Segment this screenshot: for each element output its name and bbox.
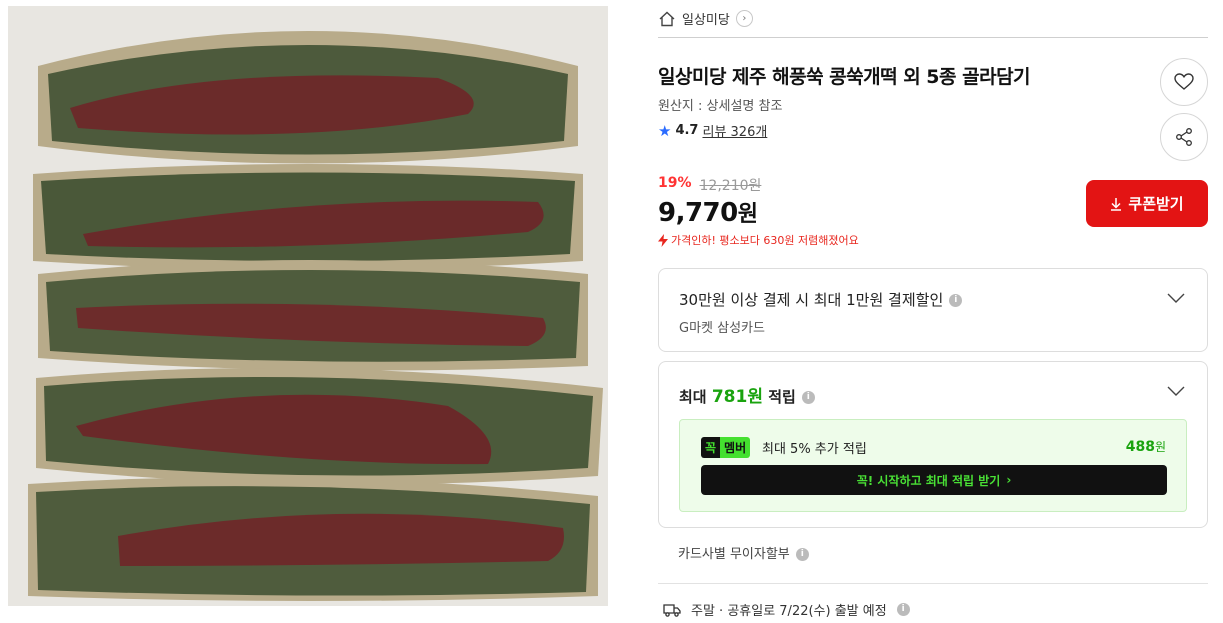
chevron-right-icon[interactable]: › bbox=[735, 10, 753, 27]
rating-score: 4.7 bbox=[675, 123, 699, 138]
sale-price-value: 9,770 bbox=[658, 198, 738, 228]
chevron-down-icon[interactable] bbox=[1167, 293, 1185, 303]
member-points-unit: 원 bbox=[1154, 440, 1166, 454]
info-icon[interactable]: i bbox=[801, 391, 815, 404]
member-badge-k: 꼭 bbox=[701, 437, 721, 458]
member-signup-button[interactable]: 꼭! 시작하고 최대 적립 받기 › bbox=[701, 465, 1167, 495]
divider bbox=[658, 583, 1208, 584]
points-panel: 최대 781원 적립 i 꼭 멤버 최대 5% 추가 적립 488원 꼭! 시작하고… bbox=[658, 361, 1208, 528]
info-icon[interactable]: i bbox=[949, 294, 963, 307]
card-discount-title: 30만원 이상 결제 시 최대 1만원 결제할인 i bbox=[679, 289, 963, 310]
download-icon bbox=[1111, 197, 1122, 211]
coupon-button-label: 쿠폰받기 bbox=[1128, 195, 1184, 213]
star-icon: ★ bbox=[658, 121, 672, 140]
card-discount-subtitle: G마켓 삼성카드 bbox=[679, 321, 765, 336]
card-discount-title-text: 30만원 이상 결제 시 최대 1만원 결제할인 bbox=[679, 291, 944, 309]
sale-price-unit: 원 bbox=[737, 202, 758, 227]
share-button[interactable] bbox=[1160, 113, 1208, 161]
info-icon[interactable]: i bbox=[795, 548, 809, 561]
discount-rate: 19% bbox=[658, 175, 692, 191]
lightning-icon bbox=[658, 233, 668, 247]
chevron-down-icon[interactable] bbox=[1167, 386, 1185, 396]
review-count-link[interactable]: 리뷰 326개 bbox=[702, 121, 767, 140]
share-icon bbox=[1176, 128, 1192, 146]
discount-row: 19% 12,210원 bbox=[658, 175, 761, 195]
installment-info: 카드사별 무이자할부 i bbox=[678, 543, 809, 562]
chevron-right-icon: › bbox=[1006, 473, 1012, 487]
coupon-button[interactable]: 쿠폰받기 bbox=[1086, 180, 1208, 227]
rice-cake-layer-1 bbox=[38, 31, 578, 164]
points-title: 최대 781원 적립 i bbox=[679, 382, 815, 407]
info-icon[interactable]: i bbox=[896, 603, 910, 616]
points-prefix: 최대 bbox=[679, 388, 712, 406]
truck-icon bbox=[663, 603, 681, 617]
points-suffix: 적립 bbox=[762, 388, 796, 406]
product-info-panel: 일상미당 › 일상미당 제주 해풍쑥 콩쑥개떡 외 5종 골라담기 원산지 : … bbox=[658, 0, 1208, 619]
rice-cake-layer-3 bbox=[38, 260, 588, 371]
product-image[interactable] bbox=[8, 6, 608, 606]
member-signup-label: 꼭! 시작하고 최대 적립 받기 bbox=[856, 473, 1001, 488]
rice-cake-layer-5 bbox=[28, 477, 598, 601]
card-discount-panel[interactable]: 30만원 이상 결제 시 최대 1만원 결제할인 i G마켓 삼성카드 bbox=[658, 268, 1208, 352]
member-benefit-text: 최대 5% 추가 적립 bbox=[762, 442, 867, 457]
home-icon[interactable] bbox=[658, 10, 676, 28]
points-amount: 781원 bbox=[711, 387, 763, 407]
sale-price: 9,770원 bbox=[658, 196, 758, 228]
original-price: 12,210원 bbox=[699, 178, 762, 194]
product-origin: 원산지 : 상세설명 참조 bbox=[658, 99, 783, 114]
member-points-value: 488 bbox=[1125, 439, 1155, 455]
wishlist-button[interactable] bbox=[1160, 58, 1208, 106]
heart-icon bbox=[1174, 73, 1194, 90]
breadcrumb: 일상미당 › bbox=[658, 0, 1208, 38]
rating-summary: ★ 4.7 리뷰 326개 bbox=[658, 121, 767, 141]
rice-cake-illustration bbox=[8, 6, 608, 606]
installment-label: 카드사별 무이자할부 bbox=[678, 547, 790, 562]
price-drop-note: 가격인하! 평소보다 630원 저렴해졌어요 bbox=[658, 232, 859, 248]
member-points: 488원 bbox=[1126, 438, 1166, 455]
delivery-info: 주말 · 공휴일로 7/22(수) 출발 예정 i bbox=[663, 600, 910, 619]
rice-cake-layer-4 bbox=[36, 368, 603, 485]
rice-cake-layer-2 bbox=[33, 164, 583, 270]
store-name-link[interactable]: 일상미당 bbox=[682, 9, 730, 28]
member-benefit-box: 꼭 멤버 최대 5% 추가 적립 488원 꼭! 시작하고 최대 적립 받기 › bbox=[679, 419, 1187, 512]
price-drop-text: 가격인하! 평소보다 630원 저렴해졌어요 bbox=[671, 234, 859, 247]
product-title: 일상미당 제주 해풍쑥 콩쑥개떡 외 5종 골라담기 bbox=[658, 66, 1031, 88]
delivery-label: 주말 · 공휴일로 7/22(수) 출발 예정 bbox=[691, 604, 887, 619]
member-badge: 꼭 멤버 bbox=[701, 437, 751, 458]
member-badge-m: 멤버 bbox=[720, 437, 751, 458]
